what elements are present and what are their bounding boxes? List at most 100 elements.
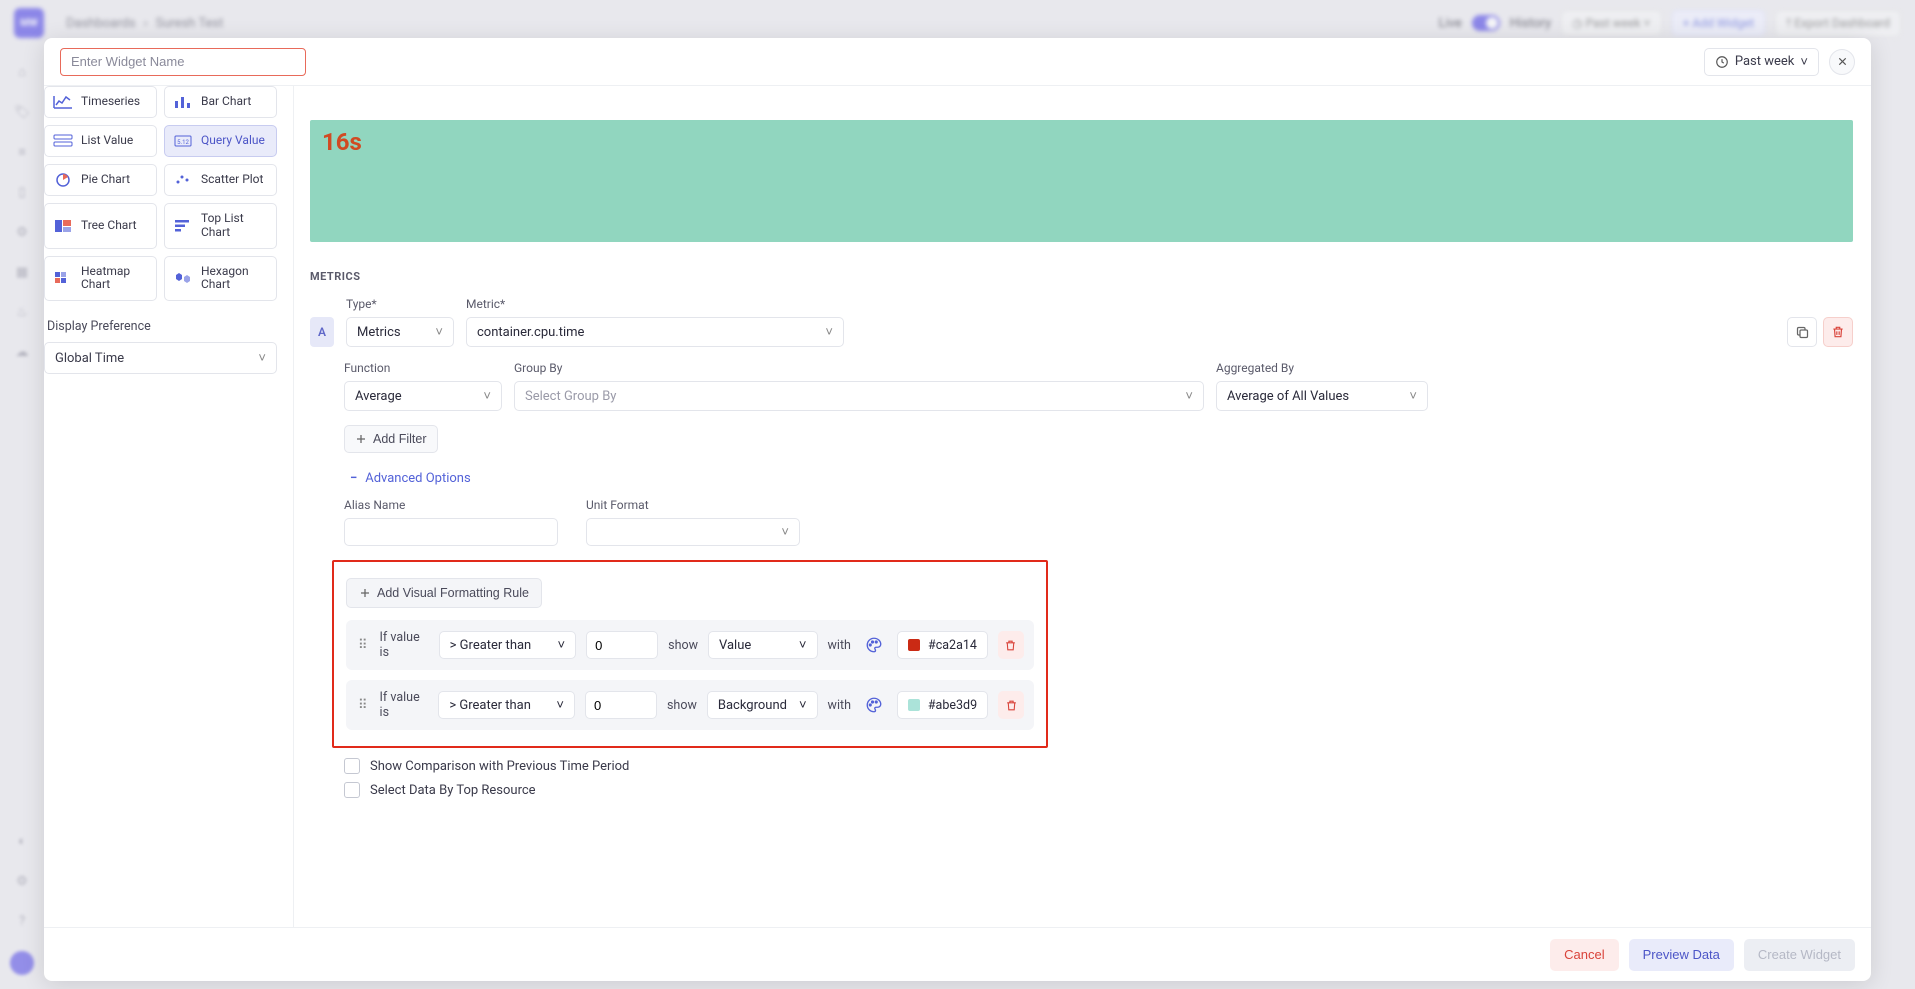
display-preference-label: Display Preference <box>47 319 277 334</box>
graph-type-heatmap[interactable]: Heatmap Chart <box>44 256 157 302</box>
add-vfr-button[interactable]: Add Visual Formatting Rule <box>346 578 542 608</box>
top-resource-label: Select Data By Top Resource <box>370 783 536 798</box>
help-icon[interactable]: ? <box>12 911 32 931</box>
user-avatar[interactable] <box>10 951 34 975</box>
alias-label: Alias Name <box>344 498 558 512</box>
drag-handle-icon[interactable]: ⠿ <box>356 698 370 713</box>
bg-add-widget[interactable]: + Add Widget <box>1672 10 1766 36</box>
cancel-button[interactable]: Cancel <box>1550 939 1618 971</box>
duplicate-query-button[interactable] <box>1787 317 1817 347</box>
live-toggle[interactable] <box>1472 15 1500 31</box>
visual-formatting-section: Add Visual Formatting Rule ⠿ If value is… <box>332 560 1048 748</box>
graph-type-hexagon[interactable]: Hexagon Chart <box>164 256 277 302</box>
graph-type-timeseries[interactable]: Timeseries <box>44 86 157 118</box>
chevron-down-icon: ˅ <box>258 350 266 366</box>
toplist-icon <box>173 219 193 233</box>
breadcrumb-current: Suresh Test <box>156 16 224 31</box>
list-icon[interactable]: ≡ <box>12 142 32 162</box>
rule-operator-select[interactable]: > Greater than˅ <box>438 691 575 719</box>
delete-query-button[interactable] <box>1823 317 1853 347</box>
svg-text:5.12: 5.12 <box>177 139 189 146</box>
comparison-label: Show Comparison with Previous Time Perio… <box>370 759 629 774</box>
widget-editor-modal: Past week ˅ Timeseries Bar Chart <box>44 38 1871 981</box>
graph-type-toplist[interactable]: Top List Chart <box>164 203 277 249</box>
create-widget-button[interactable]: Create Widget <box>1744 939 1855 971</box>
rule-operator-select[interactable]: > Greater than˅ <box>439 631 576 659</box>
unit-select[interactable]: ˅ <box>586 518 800 546</box>
tag-icon[interactable]: 🏷 <box>12 102 32 122</box>
bar-icon <box>173 95 193 109</box>
metric-label: Metric* <box>466 297 844 311</box>
groupby-label: Group By <box>514 361 1204 375</box>
function-select[interactable]: Average˅ <box>344 381 502 411</box>
close-button[interactable] <box>1829 49 1855 75</box>
pie-icon <box>53 173 73 187</box>
bg-export[interactable]: ⤒ Export Dashboard <box>1775 10 1901 37</box>
agg-label: Aggregated By <box>1216 361 1428 375</box>
widget-config-panel: 16s METRICS A Type* Metrics˅ Metric* c <box>294 86 1871 927</box>
agg-select[interactable]: Average of All Values˅ <box>1216 381 1428 411</box>
preview-value: 16s <box>322 128 1841 156</box>
unit-label: Unit Format <box>586 498 800 512</box>
function-label: Function <box>344 361 502 375</box>
graph-type-scatter[interactable]: Scatter Plot <box>164 164 277 196</box>
breadcrumb-root: Dashboards <box>66 16 136 31</box>
advanced-options-toggle[interactable]: − Advanced Options <box>350 471 1853 486</box>
color-swatch <box>908 699 920 711</box>
preview-data-button[interactable]: Preview Data <box>1629 939 1734 971</box>
color-picker-button[interactable] <box>861 691 887 719</box>
bulb-icon[interactable]: ◐ <box>12 831 32 851</box>
metric-select[interactable]: container.cpu.time˅ <box>466 317 844 347</box>
list-value-icon <box>53 134 73 148</box>
widget-name-input[interactable] <box>60 48 306 76</box>
graph-type-query[interactable]: 5.12 Query Value <box>164 125 277 157</box>
timeseries-icon <box>53 95 73 109</box>
graph-type-tree[interactable]: Tree Chart <box>44 203 157 249</box>
color-picker-button[interactable] <box>861 631 887 659</box>
alias-input[interactable] <box>344 518 558 546</box>
type-label: Type* <box>346 297 454 311</box>
chart-icon[interactable]: ▦ <box>12 262 32 282</box>
display-preference-select[interactable]: Global Time ˅ <box>44 342 277 374</box>
delete-rule-button[interactable] <box>998 631 1024 659</box>
groupby-select[interactable]: Select Group By˅ <box>514 381 1204 411</box>
home-icon[interactable]: ⌂ <box>12 62 32 82</box>
vfr-rule: ⠿ If value is > Greater than˅ show Value… <box>346 620 1034 670</box>
bg-time-range[interactable]: ◷ Past week ˅ <box>1561 10 1661 36</box>
graph-type-panel: Timeseries Bar Chart List Value 5.12 Que… <box>44 86 294 927</box>
rule-color-display: #abe3d9 <box>897 691 988 719</box>
query-badge: A <box>310 317 334 347</box>
cloud-icon[interactable]: ☁ <box>12 342 32 362</box>
rule-value-input[interactable] <box>586 631 658 659</box>
doc-icon[interactable]: ▯ <box>12 182 32 202</box>
graph-type-bar[interactable]: Bar Chart <box>164 86 277 118</box>
app-logo: MW <box>14 8 44 38</box>
tree-icon <box>53 219 73 233</box>
nav-rail: ⌂ 🏷 ≡ ▯ ⚙ ▦ ♨ ☁ ◐ ⚙ ? <box>0 46 44 989</box>
time-range-label: Past week <box>1735 54 1795 69</box>
rule-target-select[interactable]: Value˅ <box>708 631 818 659</box>
hexagon-icon <box>173 271 193 285</box>
scatter-icon <box>173 173 193 187</box>
rule-target-select[interactable]: Background˅ <box>707 691 818 719</box>
top-resource-checkbox[interactable] <box>344 782 360 798</box>
clock-icon <box>1715 55 1729 69</box>
settings-icon[interactable]: ⚙ <box>12 871 32 891</box>
graph-type-pie[interactable]: Pie Chart <box>44 164 157 196</box>
type-select[interactable]: Metrics˅ <box>346 317 454 347</box>
delete-rule-button[interactable] <box>998 691 1024 719</box>
rule-color-display: #ca2a14 <box>897 631 988 659</box>
breadcrumb: Dashboards › Suresh Test <box>66 16 223 31</box>
graph-type-list[interactable]: List Value <box>44 125 157 157</box>
time-range-selector[interactable]: Past week ˅ <box>1704 48 1819 76</box>
color-swatch <box>908 639 920 651</box>
add-filter-button[interactable]: Add Filter <box>344 425 438 453</box>
comparison-checkbox[interactable] <box>344 758 360 774</box>
minus-icon: − <box>350 471 357 486</box>
chevron-down-icon: ˅ <box>1800 54 1808 70</box>
heatmap-icon <box>53 271 73 285</box>
flame-icon[interactable]: ♨ <box>12 302 32 322</box>
rule-value-input[interactable] <box>585 691 657 719</box>
gear-icon[interactable]: ⚙ <box>12 222 32 242</box>
drag-handle-icon[interactable]: ⠿ <box>356 638 370 653</box>
